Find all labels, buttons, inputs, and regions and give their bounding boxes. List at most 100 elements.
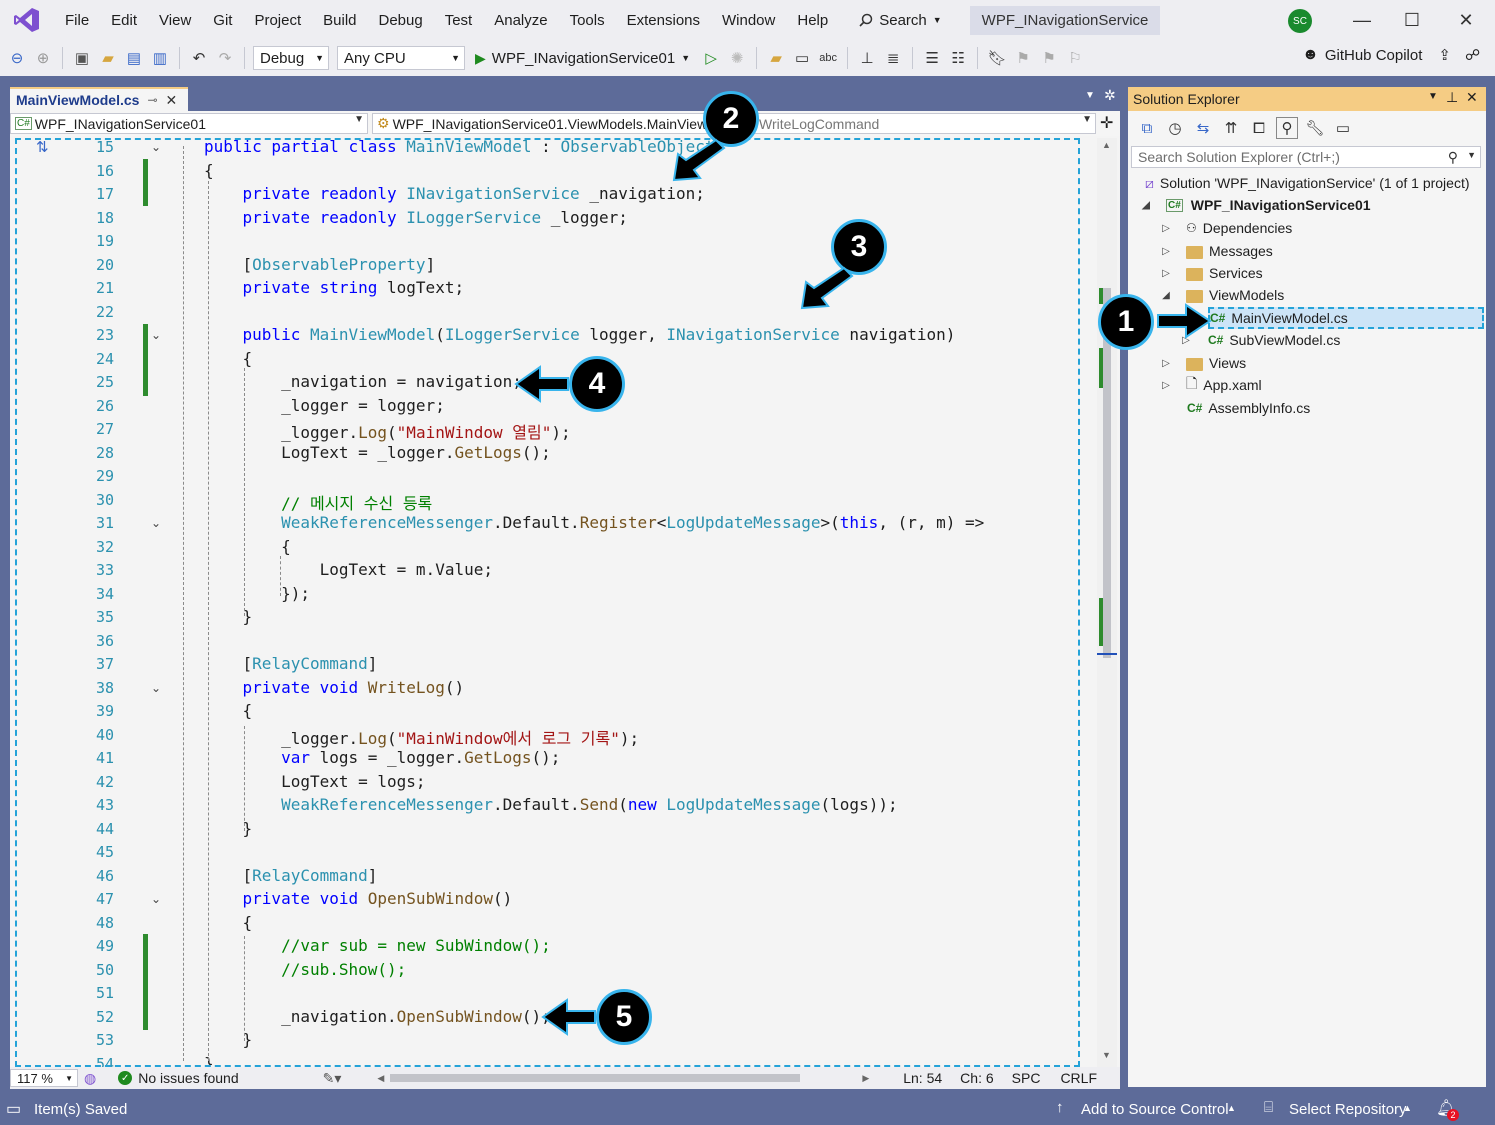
- code-line[interactable]: _logger.Log("MainWindow에서 로그 기록");: [204, 725, 639, 749]
- select-repository-button[interactable]: Select Repository: [1289, 1101, 1407, 1118]
- tree-solution[interactable]: ⧄ Solution 'WPF_INavigationService' (1 o…: [1145, 172, 1470, 194]
- show-all-files-icon[interactable]: ⧠: [1248, 117, 1270, 139]
- expanded-icon[interactable]: ◢: [1140, 200, 1152, 211]
- code-line[interactable]: WeakReferenceMessenger.Default.Send(new …: [204, 795, 898, 814]
- scroll-down-icon[interactable]: ▼: [1102, 1050, 1111, 1060]
- menu-extensions[interactable]: Extensions: [616, 12, 711, 29]
- search-button[interactable]: Search ▼: [851, 12, 949, 29]
- layout-icon[interactable]: ▭: [791, 47, 813, 69]
- code-line[interactable]: //var sub = new SubWindow();: [204, 936, 551, 955]
- code-line[interactable]: _logger.Log("MainWindow 열림");: [204, 419, 571, 443]
- preview-icon[interactable]: ▭: [1332, 117, 1354, 139]
- menu-project[interactable]: Project: [243, 12, 312, 29]
- next-bookmark-icon[interactable]: ⚑: [1038, 47, 1060, 69]
- code-line[interactable]: public MainViewModel(ILoggerService logg…: [204, 325, 956, 344]
- configuration-select[interactable]: Debug ▼: [253, 46, 329, 70]
- pin-icon[interactable]: ⊸: [147, 93, 157, 107]
- code-editor[interactable]: ⇅ 15 public partial class MainViewModel :…: [10, 136, 1120, 1073]
- hot-reload-icon[interactable]: ✺: [726, 47, 748, 69]
- browse-folder-icon[interactable]: ▰: [765, 47, 787, 69]
- whitespace-mode[interactable]: SPC: [1012, 1070, 1041, 1086]
- tree-item-views[interactable]: ▷ Views: [1160, 352, 1246, 374]
- copilot-status-icon[interactable]: ◍: [84, 1070, 96, 1087]
- code-line[interactable]: _logger = logger;: [204, 396, 445, 415]
- code-line[interactable]: public partial class MainViewModel : Obs…: [204, 137, 715, 156]
- menu-file[interactable]: File: [54, 12, 100, 29]
- filter-icon[interactable]: ⚲: [1276, 117, 1298, 139]
- issues-status[interactable]: No issues found: [138, 1070, 238, 1086]
- code-line[interactable]: private string logText;: [204, 278, 465, 297]
- save-all-icon[interactable]: ▥: [149, 47, 171, 69]
- code-line[interactable]: private void OpenSubWindow(): [204, 889, 513, 908]
- new-project-icon[interactable]: ▣: [71, 47, 93, 69]
- maximize-icon[interactable]: ☐: [1400, 8, 1424, 32]
- expanded-icon[interactable]: ◢: [1160, 290, 1172, 301]
- format-icon[interactable]: ≣: [882, 47, 904, 69]
- tab-mainviewmodel[interactable]: MainViewModel.cs ⊸ ✕: [10, 87, 188, 111]
- collapsed-icon[interactable]: ▷: [1160, 358, 1172, 369]
- code-line[interactable]: WeakReferenceMessenger.Default.Register<…: [204, 513, 984, 532]
- collapsed-icon[interactable]: ▷: [1160, 380, 1172, 391]
- save-icon[interactable]: ▤: [123, 47, 145, 69]
- code-line[interactable]: {: [204, 913, 253, 932]
- code-line[interactable]: //sub.Show();: [204, 960, 406, 979]
- collapse-icon[interactable]: ⌄: [151, 681, 161, 695]
- code-line[interactable]: private readonly ILoggerService _logger;: [204, 208, 628, 227]
- scroll-right-icon[interactable]: ▶: [862, 1073, 869, 1084]
- start-without-debugging-icon[interactable]: ▷: [700, 47, 722, 69]
- code-line[interactable]: });: [204, 584, 310, 603]
- pin-icon[interactable]: ⊥: [1446, 89, 1458, 106]
- code-line[interactable]: LogText = logs;: [204, 772, 426, 791]
- code-line[interactable]: // 메시지 수신 등록: [204, 490, 432, 514]
- code-line[interactable]: {: [204, 161, 214, 180]
- search-icon[interactable]: ⚲: [1448, 149, 1458, 166]
- feedback-icon[interactable]: ☍: [1465, 46, 1480, 64]
- scroll-left-icon[interactable]: ◀: [377, 1073, 384, 1084]
- code-line[interactable]: var logs = _logger.GetLogs();: [204, 748, 560, 767]
- window-menu-icon[interactable]: ▼: [1428, 91, 1438, 102]
- code-line[interactable]: private readonly INavigationService _nav…: [204, 184, 705, 203]
- sort-icon[interactable]: ⇅: [36, 138, 49, 156]
- code-cleanup-icon[interactable]: ✎▾: [323, 1070, 342, 1087]
- solution-search-input[interactable]: Search Solution Explorer (Ctrl+;) ⚲ ▼: [1131, 146, 1481, 168]
- line-position[interactable]: Ln: 54: [903, 1070, 942, 1086]
- menu-window[interactable]: Window: [711, 12, 786, 29]
- minimize-icon[interactable]: —: [1350, 8, 1374, 32]
- code-line[interactable]: [ObservableProperty]: [204, 255, 436, 274]
- bookmark-icon[interactable]: 🔖︎: [986, 47, 1008, 69]
- code-line[interactable]: _navigation.OpenSubWindow();: [204, 1007, 551, 1026]
- scroll-up-icon[interactable]: ▲: [1102, 140, 1111, 150]
- tree-item-services[interactable]: ▷ Services: [1160, 262, 1263, 284]
- menu-git[interactable]: Git: [202, 12, 243, 29]
- tab-overflow-icon[interactable]: ▼: [1085, 90, 1095, 101]
- split-editor-icon[interactable]: ✛: [1100, 113, 1113, 133]
- code-line[interactable]: LogText = m.Value;: [204, 560, 493, 579]
- project-dropdown[interactable]: C# WPF_INavigationService01 ▼: [10, 113, 368, 134]
- add-to-source-control-button[interactable]: Add to Source Control: [1081, 1101, 1229, 1118]
- horizontal-scrollbar[interactable]: [390, 1074, 801, 1082]
- tree-item-dependencies[interactable]: ▷ ⚇ Dependencies: [1160, 217, 1292, 239]
- sync-icon[interactable]: ⇆: [1192, 117, 1214, 139]
- code-line[interactable]: [RelayCommand]: [204, 866, 378, 885]
- code-line[interactable]: _navigation = navigation;: [204, 372, 522, 391]
- chevron-down-icon[interactable]: ▼: [1467, 150, 1476, 160]
- avatar[interactable]: SC: [1288, 9, 1312, 33]
- line-ending[interactable]: CRLF: [1060, 1070, 1097, 1086]
- start-debugging-button[interactable]: ▶ WPF_INavigationService01 ▼: [469, 50, 696, 67]
- collapse-icon[interactable]: ⌄: [151, 140, 161, 154]
- collapse-all-icon[interactable]: ⇈: [1220, 117, 1242, 139]
- code-line[interactable]: {: [204, 537, 291, 556]
- github-copilot-button[interactable]: ☻ GitHub Copilot ⇪ ☍: [1302, 46, 1480, 64]
- platform-select[interactable]: Any CPU ▼: [337, 46, 465, 70]
- menu-edit[interactable]: Edit: [100, 12, 148, 29]
- menu-build[interactable]: Build: [312, 12, 367, 29]
- code-line[interactable]: private void WriteLog(): [204, 678, 465, 697]
- menu-tools[interactable]: Tools: [559, 12, 616, 29]
- editor-vertical-scrollbar[interactable]: ▲ ▼: [1097, 138, 1117, 1067]
- close-icon[interactable]: ✕: [1454, 8, 1478, 32]
- menu-test[interactable]: Test: [434, 12, 484, 29]
- menu-debug[interactable]: Debug: [368, 12, 434, 29]
- history-icon[interactable]: ◷: [1164, 117, 1186, 139]
- collapsed-icon[interactable]: ▷: [1160, 246, 1172, 257]
- close-tab-icon[interactable]: ✕: [166, 92, 178, 109]
